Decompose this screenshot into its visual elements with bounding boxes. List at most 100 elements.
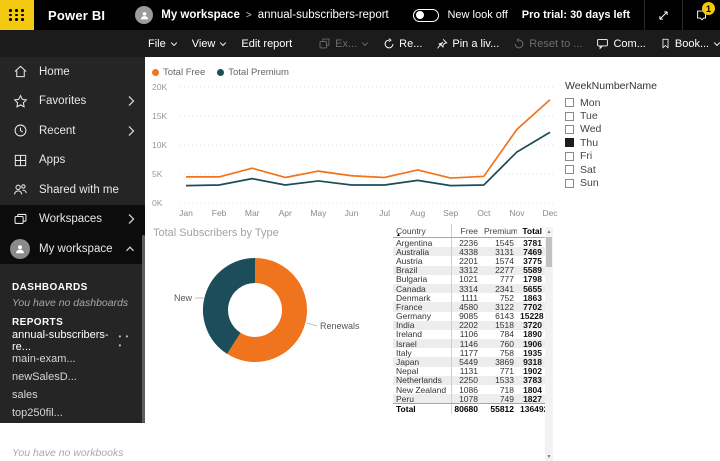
- new-look-toggle[interactable]: [413, 9, 439, 22]
- table-header-country[interactable]: Country: [393, 226, 451, 236]
- slicer-option-mon[interactable]: Mon: [565, 96, 660, 109]
- sort-ascending-icon: ▲: [396, 233, 401, 237]
- donut-slice-new[interactable]: [215, 271, 255, 344]
- checkbox-unchecked[interactable]: [565, 112, 574, 121]
- chevron-up-icon: [125, 245, 135, 253]
- slicer-option-sat[interactable]: Sat: [565, 163, 660, 176]
- cell-value: 1131: [451, 367, 481, 376]
- powerbi-logo[interactable]: Power BI: [48, 8, 105, 23]
- avatar: [10, 239, 30, 259]
- chevron-right-icon: [127, 125, 135, 137]
- sidebar-item-workspaces[interactable]: Workspaces: [0, 205, 145, 235]
- chevron-down-icon: [170, 40, 178, 48]
- left-sidebar: HomeFavorites Recent AppsShared with meWor…: [0, 57, 145, 423]
- checkbox-unchecked[interactable]: [565, 125, 574, 134]
- report-list-item[interactable]: top250fil...: [12, 404, 137, 422]
- breadcrumb-workspace[interactable]: My workspace: [161, 9, 240, 21]
- sidebar-item-my-workspace[interactable]: My workspace: [0, 234, 145, 264]
- fullscreen-button[interactable]: [644, 0, 682, 30]
- table-header-premium[interactable]: Premium: [481, 226, 517, 236]
- breadcrumb-separator: >: [246, 10, 252, 21]
- x-axis-tick: Aug: [410, 208, 425, 218]
- total-cell: 80680: [451, 404, 481, 414]
- new-look-label: New look off: [447, 9, 507, 21]
- table-row[interactable]: Peru10787491827: [393, 394, 545, 403]
- slicer-option-thu[interactable]: Thu: [565, 136, 660, 149]
- checkbox-checked[interactable]: [565, 138, 574, 147]
- table-scrollbar[interactable]: ▲ ▼: [545, 227, 553, 461]
- scroll-up-icon[interactable]: ▲: [545, 227, 553, 236]
- sidebar-item-recent[interactable]: Recent: [0, 116, 145, 146]
- report-toolbar: File View Edit report Ex... Re... Pin a liv..…: [0, 30, 720, 57]
- section-dashboards: DASHBOARDS: [12, 282, 137, 293]
- table-total-row: Total8068055812136492: [393, 403, 545, 414]
- toolbar-item-file[interactable]: File: [148, 38, 178, 50]
- checkbox-unchecked[interactable]: [565, 98, 574, 107]
- toolbar-item-book[interactable]: Book...: [660, 37, 720, 50]
- sidebar-item-apps[interactable]: Apps: [0, 146, 145, 176]
- slicer-option-fri[interactable]: Fri: [565, 150, 660, 163]
- cell-value: 4338: [451, 247, 481, 256]
- report-name: main-exam...: [12, 353, 76, 365]
- breadcrumb-report[interactable]: annual-subscribers-report: [258, 9, 389, 21]
- toolbar-item-label: Reset to ...: [529, 38, 582, 50]
- table-header-total[interactable]: Total: [517, 226, 545, 236]
- app-launcher-icon[interactable]: [0, 0, 34, 30]
- x-axis-tick: Nov: [509, 208, 525, 218]
- checkbox-unchecked[interactable]: [565, 165, 574, 174]
- slicer-option-tue[interactable]: Tue: [565, 109, 660, 122]
- checkbox-unchecked[interactable]: [565, 179, 574, 188]
- pin-icon: [436, 38, 448, 50]
- legend-item-total-free[interactable]: Total Free: [152, 67, 205, 78]
- toolbar-item-com[interactable]: Com...: [596, 37, 645, 50]
- toolbar-item-label: Ex...: [335, 38, 357, 50]
- line-chart[interactable]: 0K5K10K15K20KJanFebMarAprMayJunJulAugSep…: [150, 79, 565, 221]
- slicer-option-label: Fri: [580, 150, 592, 162]
- series-total-free[interactable]: [186, 100, 550, 178]
- toolbar-item-edit-report[interactable]: Edit report: [241, 38, 292, 50]
- y-axis-tick: 5K: [152, 169, 163, 179]
- toolbar-item-label: Com...: [613, 38, 645, 50]
- cell-value: 2236: [451, 238, 481, 247]
- slicer-option-label: Sun: [580, 177, 599, 189]
- report-list-item[interactable]: annual-subscribers-re...• • •: [12, 332, 137, 350]
- sidebar-item-favorites[interactable]: Favorites: [0, 87, 145, 117]
- toolbar-item-re[interactable]: Re...: [383, 38, 422, 50]
- top-header: Power BI My workspace > annual-subscribe…: [0, 0, 720, 30]
- scroll-down-icon[interactable]: ▼: [545, 452, 553, 461]
- legend-item-total-premium[interactable]: Total Premium: [217, 67, 289, 78]
- toolbar-item-ex[interactable]: Ex...: [318, 37, 369, 50]
- report-list-item[interactable]: newSalesD...: [12, 368, 137, 386]
- report-name: top250fil...: [12, 407, 63, 419]
- people-icon: [12, 182, 28, 197]
- pro-trial-label[interactable]: Pro trial: 30 days left: [522, 9, 630, 21]
- notifications-button[interactable]: 1: [682, 0, 720, 30]
- scrollbar-thumb[interactable]: [546, 237, 552, 267]
- x-axis-tick: Feb: [212, 208, 227, 218]
- toolbar-item-label: File: [148, 38, 166, 50]
- donut-title: Total Subscribers by Type: [153, 227, 279, 239]
- cell-value: 2250: [451, 376, 481, 385]
- more-options-icon[interactable]: • • •: [119, 332, 137, 350]
- toolbar-item-reset-to[interactable]: Reset to ...: [513, 38, 582, 50]
- workbooks-empty-text: You have no workbooks: [12, 447, 137, 459]
- toolbar-item-pin-a-liv[interactable]: Pin a liv...: [436, 38, 499, 50]
- report-list-item[interactable]: sales: [12, 386, 137, 404]
- sidebar-item-home[interactable]: Home: [0, 57, 145, 87]
- table-header-free[interactable]: Free: [451, 224, 481, 237]
- slicer-option-wed[interactable]: Wed: [565, 123, 660, 136]
- slicer-option-sun[interactable]: Sun: [565, 176, 660, 189]
- cell-country: Peru: [393, 394, 451, 404]
- toolbar-item-view[interactable]: View: [192, 38, 228, 50]
- sidebar-item-shared-with-me[interactable]: Shared with me: [0, 175, 145, 205]
- sidebar-item-label: Recent: [39, 125, 127, 137]
- total-cell: Total: [393, 404, 451, 414]
- cell-value: 1177: [451, 348, 481, 357]
- cell-value: 2201: [451, 256, 481, 265]
- cell-value: 5449: [451, 357, 481, 366]
- total-cell: 136492: [517, 404, 545, 414]
- toolbar-item-label: Re...: [399, 38, 422, 50]
- line-chart-visual[interactable]: Total Free Total Premium 0K5K10K15K20KJan…: [150, 65, 565, 225]
- sidebar-scrollbar[interactable]: [142, 235, 145, 423]
- checkbox-unchecked[interactable]: [565, 152, 574, 161]
